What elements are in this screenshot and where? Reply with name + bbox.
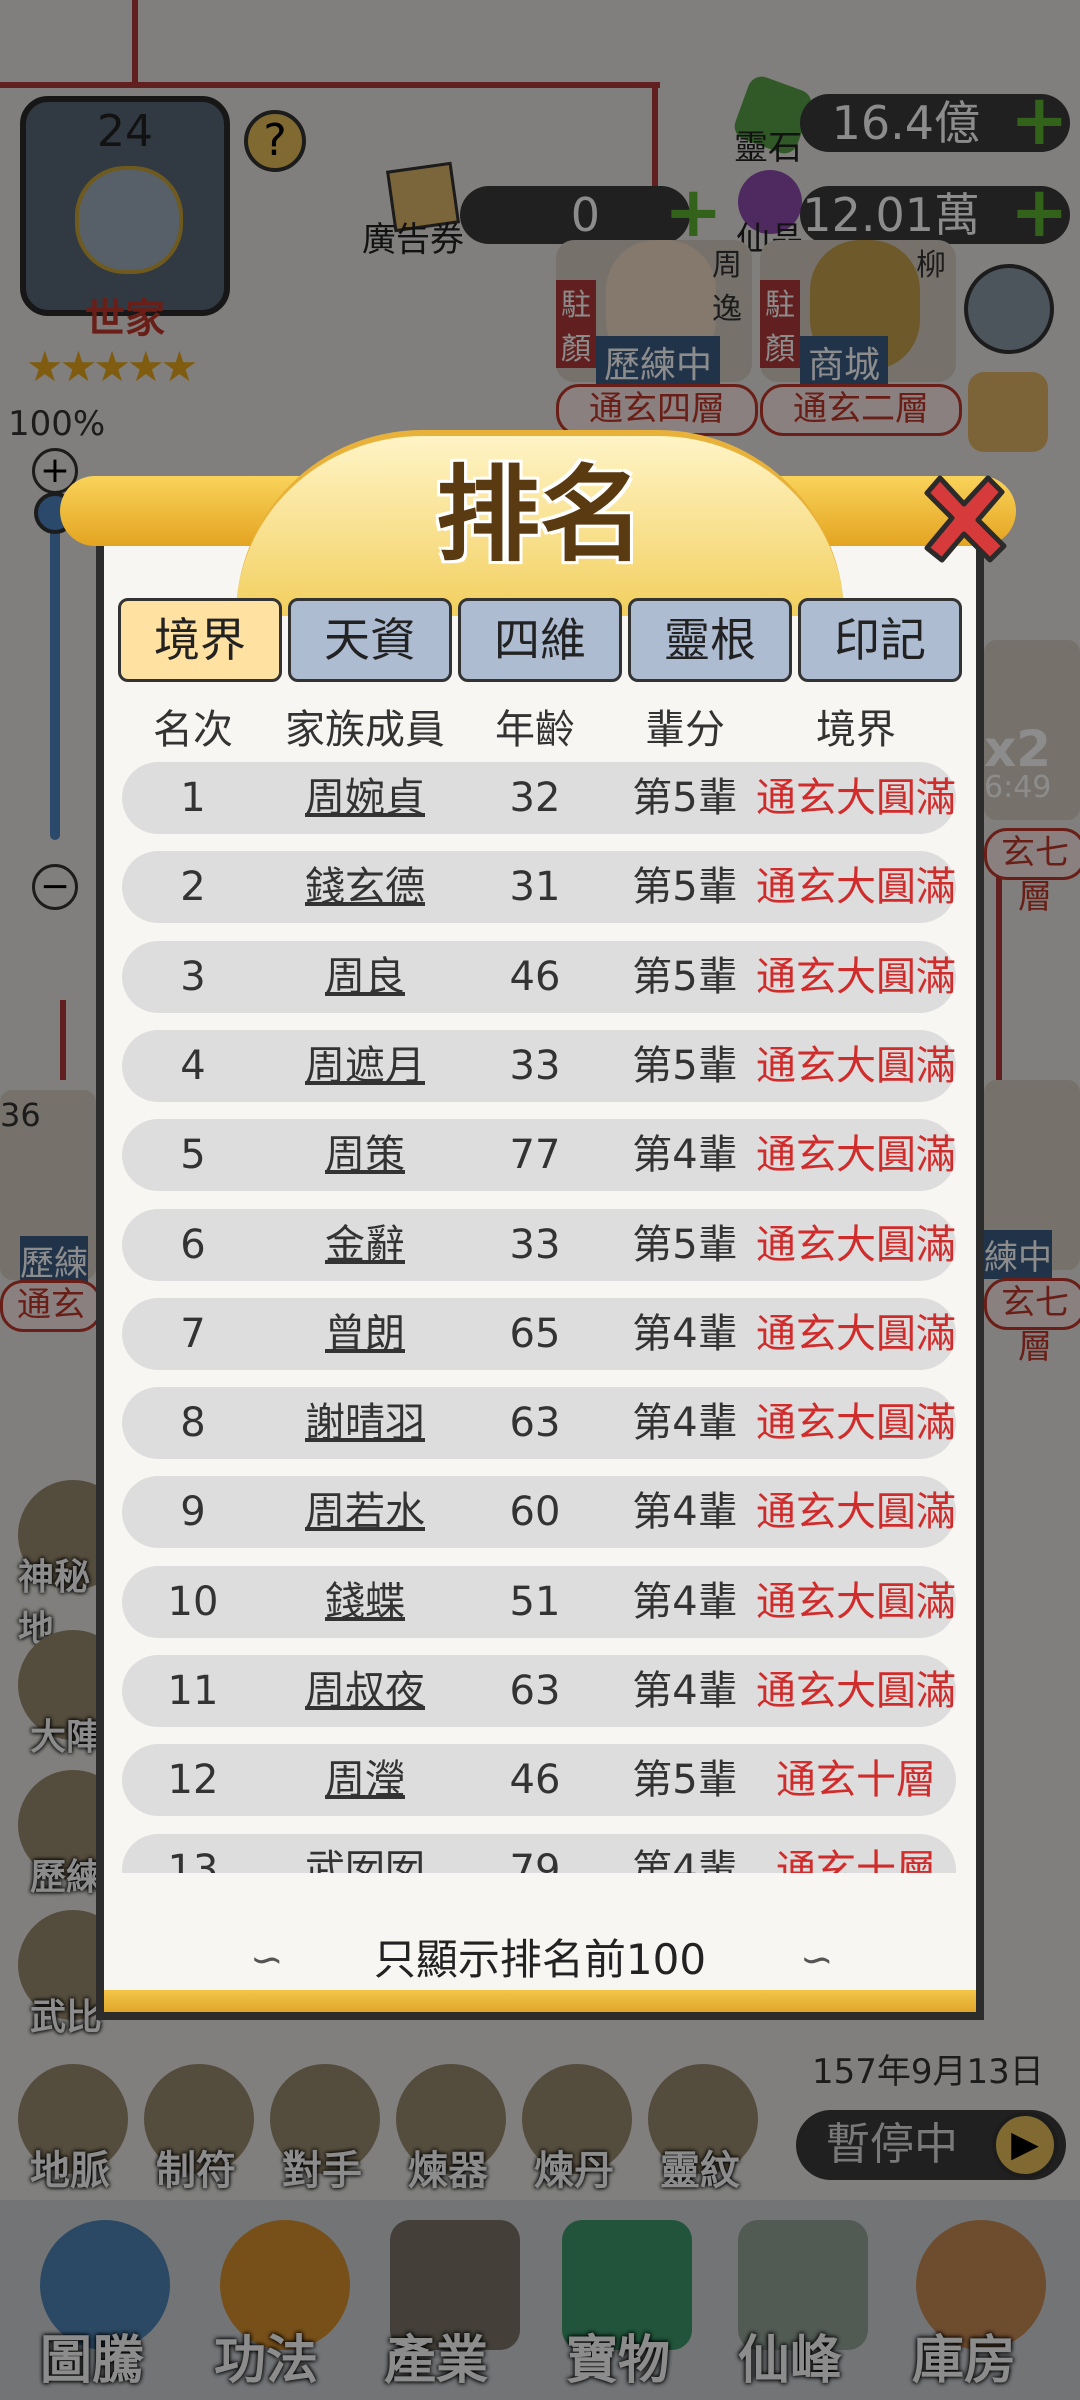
realm-cell: 通玄大圓滿 <box>756 1132 956 1179</box>
rank-cell: 13 <box>167 1846 219 1873</box>
column-header-realm: 境界 <box>816 707 896 753</box>
footer-swirl-right-icon: ∽ <box>800 1937 834 1983</box>
close-icon[interactable] <box>912 468 1012 568</box>
generation-cell: 第5輩 <box>632 1757 738 1804</box>
generation-cell: 第5輩 <box>632 775 738 821</box>
member-name-link[interactable]: 周婉貞 <box>270 762 460 834</box>
realm-cell: 通玄大圓滿 <box>756 1042 956 1089</box>
age-cell: 31 <box>509 864 561 911</box>
generation-cell: 第4輩 <box>632 1578 738 1625</box>
realm-cell: 通玄大圓滿 <box>756 1489 956 1536</box>
age-cell: 79 <box>509 1846 561 1873</box>
generation-cell: 第5輩 <box>632 1221 738 1268</box>
member-name-link[interactable]: 錢玄德 <box>270 851 460 923</box>
member-name-link[interactable]: 錢蝶 <box>270 1566 460 1638</box>
age-cell: 46 <box>509 953 561 1000</box>
member-name-link[interactable]: 周瀅 <box>270 1744 460 1816</box>
modal-bottom-trim <box>104 1990 976 2012</box>
modal-title: 排名 <box>435 454 644 576</box>
member-name-link[interactable]: 金辭 <box>270 1209 460 1281</box>
footer-note: 只顯示排名前100 <box>373 1935 707 1984</box>
age-cell: 32 <box>509 775 561 821</box>
generation-cell: 第4輩 <box>632 1132 738 1179</box>
rank-cell: 9 <box>180 1489 206 1536</box>
member-name-link[interactable]: 周遮月 <box>270 1030 460 1102</box>
column-header-generation: 輩分 <box>645 707 725 753</box>
age-cell: 65 <box>509 1310 561 1357</box>
rank-cell: 1 <box>180 775 206 821</box>
realm-cell: 通玄大圓滿 <box>756 864 956 911</box>
member-name-link[interactable]: 武囡囡 <box>270 1834 460 1873</box>
tab-realm[interactable]: 境界 <box>118 598 282 682</box>
rank-cell: 8 <box>180 1400 206 1447</box>
age-cell: 33 <box>509 1042 561 1089</box>
realm-cell: 通玄大圓滿 <box>756 1221 956 1268</box>
rank-cell: 5 <box>180 1132 206 1179</box>
age-cell: 33 <box>509 1221 561 1268</box>
generation-cell: 第5輩 <box>632 1042 738 1089</box>
realm-cell: 通玄大圓滿 <box>756 953 956 1000</box>
age-cell: 51 <box>509 1578 561 1625</box>
generation-cell: 第4輩 <box>632 1489 738 1536</box>
age-cell: 46 <box>509 1757 561 1804</box>
realm-cell: 通玄大圓滿 <box>756 1400 956 1447</box>
age-cell: 63 <box>509 1400 561 1447</box>
member-name-link[interactable]: 周良 <box>270 941 460 1013</box>
rank-cell: 6 <box>180 1221 206 1268</box>
member-name-link[interactable]: 曾朗 <box>270 1298 460 1370</box>
generation-cell: 第4輩 <box>632 1400 738 1447</box>
realm-cell: 通玄十層 <box>776 1846 936 1873</box>
ranking-list[interactable]: 1 周婉貞 32 第5輩 通玄大圓滿 2 錢玄德 31 第5輩 通玄大圓滿 3 周良 46 第5輩 通玄大圓… <box>96 760 984 1873</box>
age-cell: 60 <box>509 1489 561 1536</box>
tab-spirit-root[interactable]: 靈根 <box>628 598 792 682</box>
generation-cell: 第4輩 <box>632 1846 738 1873</box>
generation-cell: 第5輩 <box>632 864 738 911</box>
realm-cell: 通玄大圓滿 <box>756 1578 956 1625</box>
age-cell: 77 <box>509 1132 561 1179</box>
column-header-rank: 名次 <box>153 707 233 753</box>
realm-cell: 通玄大圓滿 <box>756 1668 956 1714</box>
rank-cell: 7 <box>180 1310 206 1357</box>
member-name-link[interactable]: 謝晴羽 <box>270 1387 460 1459</box>
rank-cell: 12 <box>167 1757 219 1804</box>
tab-mark[interactable]: 印記 <box>798 598 962 682</box>
generation-cell: 第4輩 <box>632 1668 738 1714</box>
member-name-link[interactable]: 周若水 <box>270 1476 460 1548</box>
generation-cell: 第4輩 <box>632 1310 738 1357</box>
realm-cell: 通玄大圓滿 <box>756 1310 956 1357</box>
generation-cell: 第5輩 <box>632 953 738 1000</box>
rank-cell: 4 <box>180 1042 206 1089</box>
rank-cell: 3 <box>180 953 206 1000</box>
column-header-member: 家族成員 <box>285 707 445 753</box>
member-name-link[interactable]: 周叔夜 <box>270 1655 460 1727</box>
rank-cell: 10 <box>167 1578 219 1625</box>
age-cell: 63 <box>509 1668 561 1714</box>
member-name-link[interactable]: 周策 <box>270 1119 460 1191</box>
column-header-age: 年齡 <box>495 707 575 753</box>
rank-cell: 2 <box>180 864 206 911</box>
tab-four-stats[interactable]: 四維 <box>458 598 622 682</box>
rank-cell: 11 <box>167 1668 219 1714</box>
tab-aptitude[interactable]: 天資 <box>288 598 452 682</box>
realm-cell: 通玄十層 <box>776 1757 936 1804</box>
realm-cell: 通玄大圓滿 <box>756 775 956 821</box>
